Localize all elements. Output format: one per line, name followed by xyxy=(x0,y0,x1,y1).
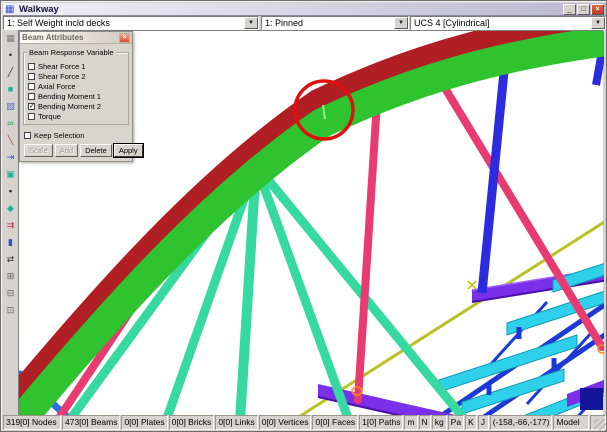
create-beam-icon[interactable]: ╱ xyxy=(3,64,18,81)
hanger-beam[interactable] xyxy=(440,80,602,347)
swap-icon[interactable]: ⇄ xyxy=(3,251,18,268)
strut-beam[interactable] xyxy=(256,165,349,416)
chevron-down-icon[interactable]: ▼ xyxy=(394,17,408,29)
checkbox-bending-moment-1[interactable]: Bending Moment 1 xyxy=(28,91,126,101)
chevron-down-icon[interactable]: ▼ xyxy=(244,17,258,29)
status-unit-stress: Pa xyxy=(448,415,464,430)
status-coordinates: (-158,-66,-177) xyxy=(490,415,553,430)
beam-attributes-dialog: Beam Attributes × Beam Response Variable… xyxy=(19,31,133,162)
create-link-icon[interactable]: ∞ xyxy=(3,115,18,132)
apply-button[interactable]: Apply xyxy=(114,144,143,157)
freedom-case-dropdown[interactable]: 1: Pinned ▼ xyxy=(261,16,409,30)
dialog-title-bar[interactable]: Beam Attributes × xyxy=(20,32,132,44)
tools-toolbar: ▦ • ╱ ■ ▧ ∞ ╲ ⇥ ▣ ▪ ◆ ⇉ ▮ ⇄ ⊞ ⊟ ⊡ xyxy=(3,30,18,415)
ucs-value: UCS 4 [Cylindrical] xyxy=(411,18,591,28)
window-title: Walkway xyxy=(19,4,562,15)
checkbox-box[interactable]: ✓ xyxy=(28,103,35,110)
checkbox-box[interactable] xyxy=(24,132,31,139)
property-icon[interactable]: ▮ xyxy=(3,234,18,251)
create-brick-icon[interactable]: ▧ xyxy=(3,98,18,115)
status-unit-length: m xyxy=(404,415,417,430)
status-unit-force: N xyxy=(419,415,431,430)
checkbox-box[interactable] xyxy=(28,113,35,120)
load-case-dropdown[interactable]: 1: Self Weight incld decks ▼ xyxy=(3,16,259,30)
status-beams: 473[0] Beams xyxy=(62,415,120,430)
copy-element-icon[interactable]: ▣ xyxy=(3,166,18,183)
support-block[interactable] xyxy=(580,388,603,410)
checkbox-label: Shear Force 1 xyxy=(38,62,86,71)
status-bricks: 0[0] Bricks xyxy=(169,415,215,430)
dialog-close-icon[interactable]: × xyxy=(119,33,130,43)
select-node-icon[interactable]: • xyxy=(3,47,18,64)
summary-icon[interactable]: ⊟ xyxy=(3,285,18,302)
minimize-button[interactable]: _ xyxy=(563,4,576,15)
select-area-icon[interactable]: ▦ xyxy=(3,30,18,47)
maximize-button[interactable]: □ xyxy=(577,4,590,15)
checkbox-torque[interactable]: Torque xyxy=(28,111,126,121)
diagonal-member[interactable] xyxy=(482,42,507,293)
add-button: Add xyxy=(55,144,78,157)
load-case-value: 1: Self Weight incld decks xyxy=(4,18,244,28)
status-nodes: 319[0] Nodes xyxy=(3,415,61,430)
chevron-down-icon[interactable]: ▼ xyxy=(591,17,605,29)
group-label: Beam Response Variable xyxy=(27,48,116,57)
checkbox-label: Keep Selection xyxy=(34,131,84,140)
options-icon[interactable]: ⊡ xyxy=(3,302,18,319)
case-toolbar: 1: Self Weight incld decks ▼ 1: Pinned ▼… xyxy=(3,16,606,30)
freedom-case-value: 1: Pinned xyxy=(262,18,394,28)
point-icon[interactable]: ▪ xyxy=(3,183,18,200)
checkbox-label: Bending Moment 2 xyxy=(38,102,101,111)
title-bar[interactable]: ▦ Walkway _ □ × xyxy=(3,3,606,16)
create-plate-icon[interactable]: ■ xyxy=(3,81,18,98)
checkbox-box[interactable] xyxy=(28,73,35,80)
close-button[interactable]: × xyxy=(591,4,604,15)
plate-tool-icon[interactable]: ◆ xyxy=(3,200,18,217)
checkbox-label: Torque xyxy=(38,112,61,121)
checkbox-shear-force-2[interactable]: Shear Force 2 xyxy=(28,71,126,81)
dialog-title: Beam Attributes xyxy=(22,33,119,42)
hanger-beam[interactable] xyxy=(358,86,378,400)
status-unit-mass: kg xyxy=(432,415,447,430)
checkbox-shear-force-1[interactable]: Shear Force 1 xyxy=(28,61,126,71)
status-faces: 0[0] Faces xyxy=(312,415,358,430)
checkbox-bending-moment-2[interactable]: ✓ Bending Moment 2 xyxy=(28,101,126,111)
application-window: ▦ Walkway _ □ × 1: Self Weight incld dec… xyxy=(0,0,607,432)
ucs-dropdown[interactable]: UCS 4 [Cylindrical] ▼ xyxy=(410,16,606,30)
checkbox-label: Bending Moment 1 xyxy=(38,92,101,101)
extrude-icon[interactable]: ⇥ xyxy=(3,149,18,166)
checkbox-box[interactable] xyxy=(28,63,35,70)
status-paths: 1[0] Paths xyxy=(359,415,403,430)
node-marker-cross xyxy=(468,281,476,289)
status-unit-energy: J xyxy=(478,415,489,430)
status-vertices: 0[0] Vertices xyxy=(259,415,312,430)
status-bar: 319[0] Nodes 473[0] Beams 0[0] Plates 0[… xyxy=(3,415,606,430)
status-unit-temp: K xyxy=(465,415,477,430)
checkbox-keep-selection[interactable]: Keep Selection xyxy=(24,130,129,140)
checkbox-box[interactable] xyxy=(28,93,35,100)
grid-table-icon[interactable]: ⊞ xyxy=(3,268,18,285)
status-links: 0[0] Links xyxy=(215,415,257,430)
beam-response-group: Beam Response Variable Shear Force 1 She… xyxy=(23,52,129,125)
status-plates: 0[0] Plates xyxy=(121,415,167,430)
scale-button: Scale xyxy=(24,144,53,157)
checkbox-axial-force[interactable]: Axial Force xyxy=(28,81,126,91)
delete-button[interactable]: Delete xyxy=(80,144,112,157)
status-mode: Model xyxy=(553,415,589,430)
app-icon: ▦ xyxy=(5,4,16,15)
resize-grip[interactable] xyxy=(594,419,606,431)
edit-element-icon[interactable]: ╲ xyxy=(3,132,18,149)
checkbox-box[interactable] xyxy=(28,83,35,90)
checkbox-label: Axial Force xyxy=(38,82,76,91)
renumber-icon[interactable]: ⇉ xyxy=(3,217,18,234)
checkbox-label: Shear Force 2 xyxy=(38,72,86,81)
